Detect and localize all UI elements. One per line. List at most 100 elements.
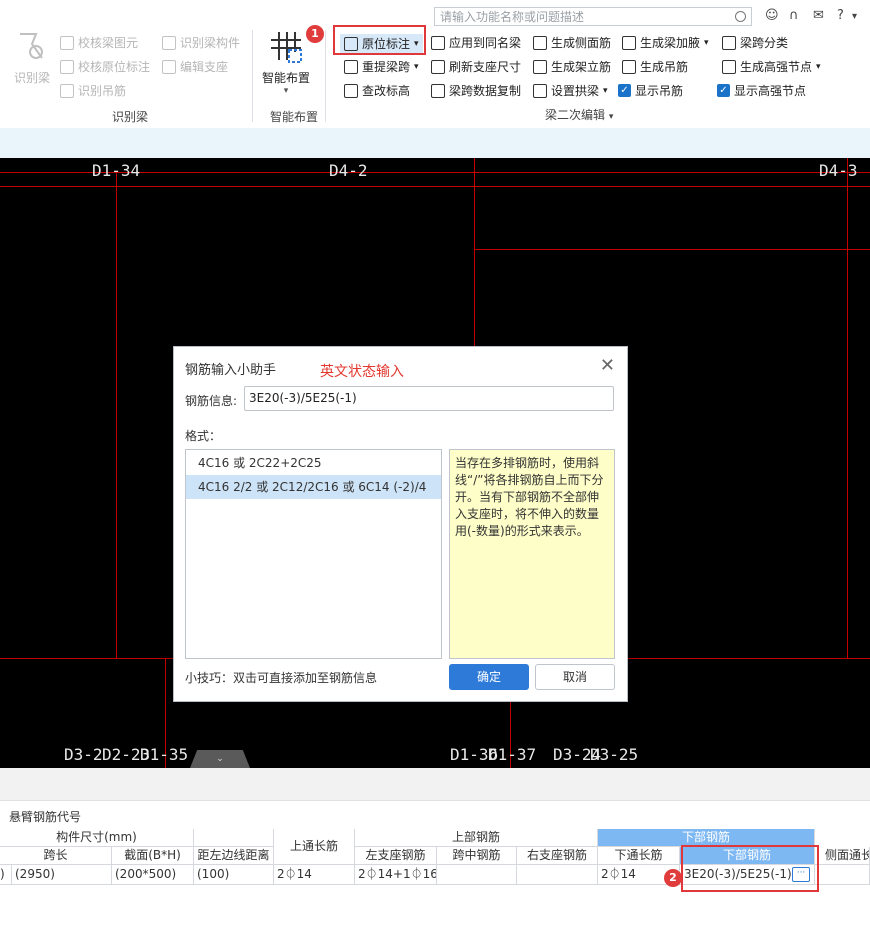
table-cell-offset[interactable]: (100) [194,865,274,885]
user-circle-icon[interactable]: ☺ [765,8,779,23]
set-arch-beam-button[interactable]: 设置拱梁 ▾ [533,82,608,99]
format-list[interactable]: 4C16 或 2C22+2C25 4C16 2/2 或 2C12/2C16 或 … [185,449,442,659]
step-badge-2: 2 [664,869,682,887]
axis-label: D1-37 [488,745,537,764]
generate-high-strength-node-button[interactable]: 生成高强节点 ▾ [722,58,821,75]
recognize-beam-member-button[interactable]: 识别梁构件 [162,34,240,51]
generate-erection-rebar-button[interactable]: 生成架立筋 [533,58,611,75]
chevron-down-icon: ▾ [603,85,608,96]
recognize-hanger-button[interactable]: 识别吊筋 [60,82,126,99]
header-span: 跨长 [0,847,112,865]
axis-label: D1-34 [92,161,141,180]
classify-icon [722,35,736,50]
side-rebar-icon [533,35,547,50]
generate-haunch-button[interactable]: 生成梁加腋 ▾ [622,34,709,51]
format-description: 当存在多排钢筋时，使用斜线“/”将各排钢筋自上而下分开。当有下部钢筋不全部伸入支… [449,449,615,659]
axis-label: D1-35 [140,745,189,764]
grid-layout-icon [271,32,302,63]
erection-rebar-icon [533,59,547,74]
header-top-long: 上通长筋 [274,829,355,865]
cantilever-rebar-label: 悬臂钢筋代号 [9,810,82,824]
search-icon[interactable] [735,11,746,22]
help-icon[interactable]: ? [837,8,844,23]
chevron-down-icon: ▾ [704,37,709,48]
tip-text: 小技巧：双击可直接添加至钢筋信息 [185,671,378,685]
checkbox-checked-icon: ✓ [618,84,631,97]
more-icon[interactable]: ▾ [852,11,857,22]
edit-elevation-button[interactable]: 查改标高 [344,82,410,99]
table-cell-mid[interactable] [437,865,517,885]
generate-side-rebar-button[interactable]: 生成侧面筋 [533,34,611,51]
rebar-input-dialog: 钢筋输入小助手 英文状态输入 ✕ 钢筋信息: 3E20(-3)/5E25(-1)… [173,346,628,702]
hanger-icon [60,83,74,98]
header-bottom-long: 下通长筋 [598,847,680,865]
ribbon: 请输入功能名称或问题描述 ☺ ∩ ✉ ? ▾ 识别梁 校核梁图元 校核原位标注 … [0,0,870,129]
re-extract-span-button[interactable]: 重提梁跨 ▾ [344,58,419,75]
check-icon [60,35,74,50]
header-spacer [194,829,274,847]
close-icon[interactable]: ✕ [600,355,615,376]
table-cell-left-support[interactable]: 2⏀14+1⏀16 [355,865,437,885]
copy-icon [431,83,445,98]
format-label: 格式： [185,429,222,443]
headset-icon[interactable]: ∩ [789,8,799,23]
copy-span-data-button[interactable]: 梁跨数据复制 [431,82,521,99]
ribbon-subbar [0,128,870,159]
axis-label: D4-2 [329,161,368,180]
chevron-down-icon[interactable]: ▾ [258,86,314,96]
table-cell-right-support[interactable] [517,865,598,885]
support-icon [162,59,176,74]
smart-layout-button[interactable]: 智能布置 ▾ [258,30,314,96]
refresh-support-size-button[interactable]: 刷新支座尺寸 [431,58,521,75]
show-high-strength-node-checkbox[interactable]: ✓ 显示高强节点 [717,82,806,99]
table-cell-top-long[interactable]: 2⏀14 [274,865,355,885]
chevron-down-icon: ▾ [414,61,419,72]
chat-icon[interactable]: ✉ [813,8,824,23]
dialog-hint: 英文状态输入 [320,364,404,380]
table-cell-section[interactable]: (200*500) [112,865,194,885]
table-cell-span[interactable]: (2950) [12,865,112,885]
haunch-icon [622,35,636,50]
step-badge-1: 1 [306,25,324,43]
edit-support-button[interactable]: 编辑支座 [162,58,228,75]
table-cell-side-long[interactable] [815,865,870,885]
divider [325,30,326,122]
header-side-long: 侧面通长 [815,847,870,865]
ok-button[interactable]: 确定 [449,664,529,690]
collapse-handle[interactable]: ⌄ [190,750,250,768]
span-classify-button[interactable]: 梁跨分类 [722,34,788,51]
highlight-box-inplace [333,25,426,55]
format-list-item[interactable]: 4C16 或 2C22+2C25 [186,451,441,475]
bottom-toolbar [0,768,870,801]
rebar-info-label: 钢筋信息: [185,394,238,408]
group-header-top: 上部钢筋 [355,829,598,847]
elevation-icon [344,83,358,98]
generate-hanger-button[interactable]: 生成吊筋 [622,58,688,75]
group-label-edit[interactable]: 梁二次编辑 ▾ [545,106,613,123]
axis-label: D3-25 [590,745,639,764]
show-hanger-checkbox[interactable]: ✓ 显示吊筋 [618,82,683,99]
axis-label: D4-3 [819,161,858,180]
check-beam-button[interactable]: 校核梁图元 [60,34,138,51]
divider [252,30,253,122]
hanger-icon [622,59,636,74]
group-header-size: 构件尺寸(mm) [0,829,194,847]
axis-line [847,158,848,658]
format-list-item-selected[interactable]: 4C16 2/2 或 2C12/2C16 或 6C14 (-2)/4 [186,475,441,499]
recognize-beam-button[interactable]: 识别梁 [10,30,54,86]
rebar-info-input[interactable]: 3E20(-3)/5E25(-1) [244,386,614,411]
chevron-down-icon: ▾ [608,112,614,122]
apply-same-name-button[interactable]: 应用到同名梁 [431,34,521,51]
refresh-icon [431,59,445,74]
search-input[interactable]: 请输入功能名称或问题描述 [434,7,752,26]
check-inplace-button[interactable]: 校核原位标注 [60,58,150,75]
header-section: 截面(B*H) [112,847,194,865]
cancel-button[interactable]: 取消 [535,664,615,690]
axis-line [116,172,117,658]
arch-icon [533,83,547,98]
check-icon [60,59,74,74]
table-cell[interactable]: ) [0,865,12,885]
header-offset: 距左边线距离 [194,847,274,865]
group-label-recognize: 识别梁 [112,110,149,124]
recognize-beam-icon [20,33,43,59]
